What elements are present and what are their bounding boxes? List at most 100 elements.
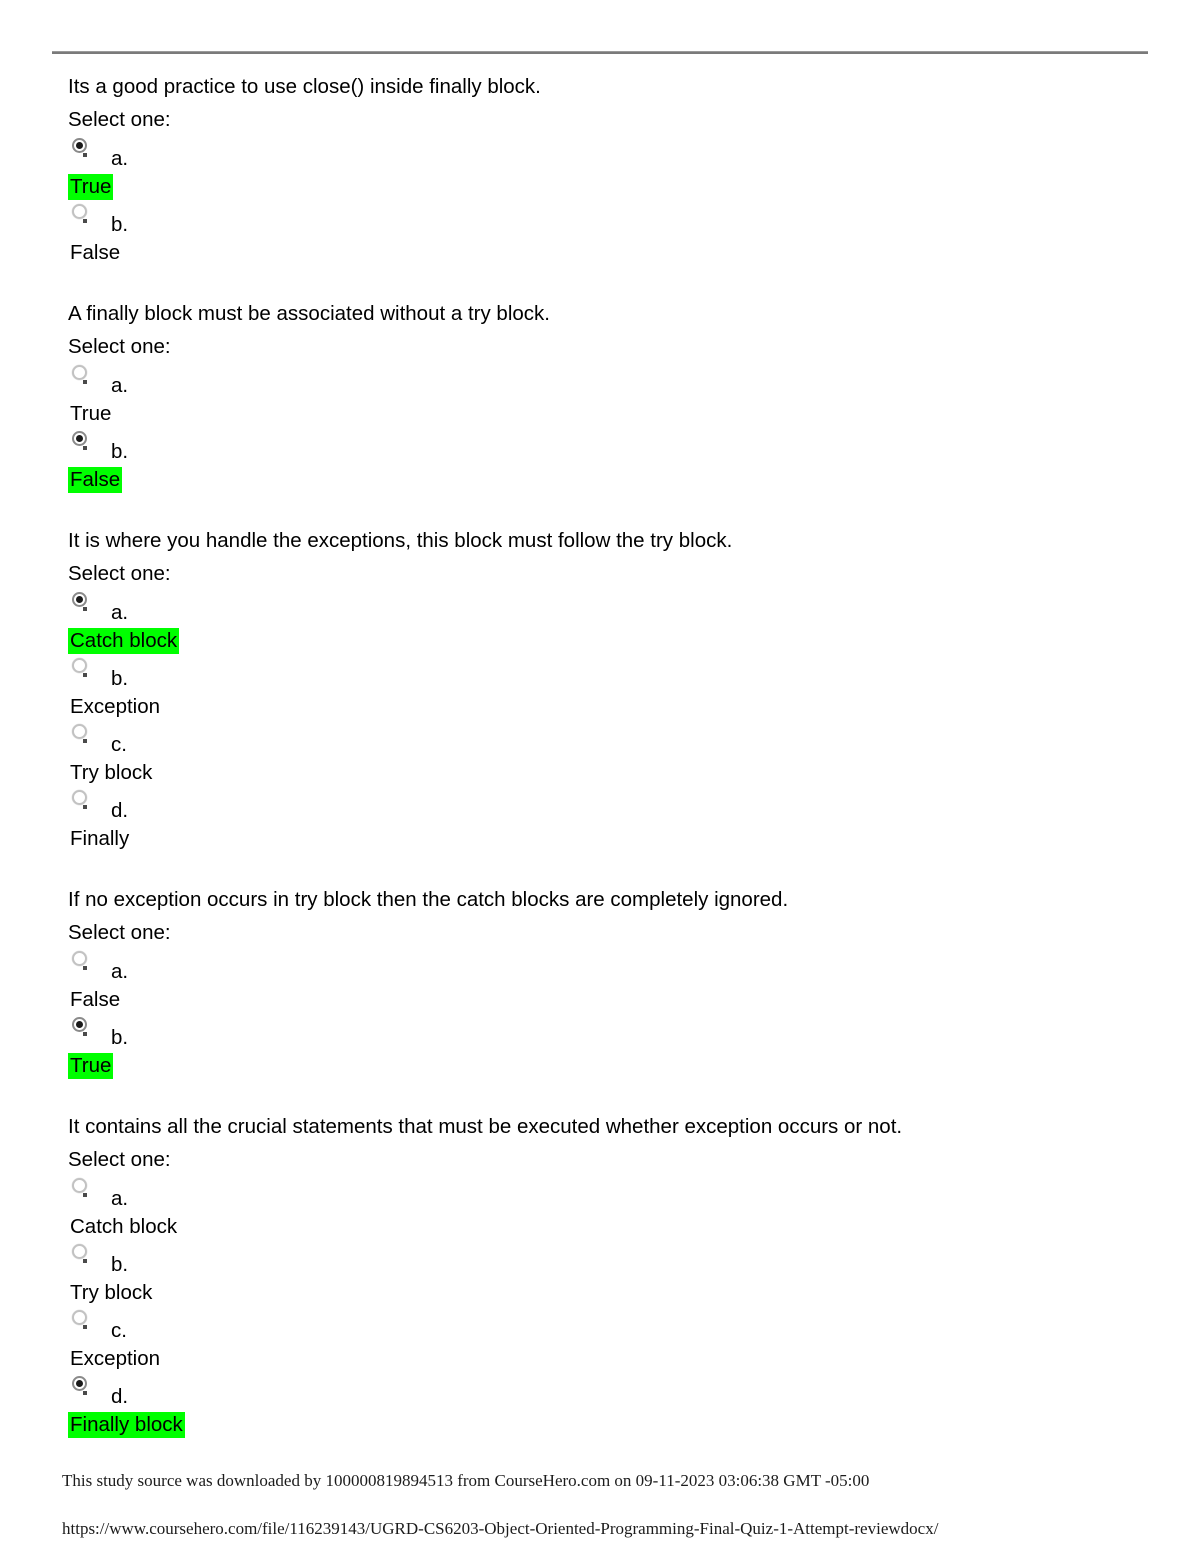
answer-option[interactable]: b. False: [68, 202, 1128, 268]
highlighted-answer: Catch block: [68, 628, 180, 654]
radio-button-selected-icon[interactable]: [72, 138, 87, 157]
option-answer-text: False: [68, 464, 1128, 495]
answer-label: Try block: [70, 1281, 153, 1304]
select-one-label: Select one:: [68, 1148, 171, 1171]
question-block: It contains all the crucial statements t…: [68, 1110, 1128, 1440]
radio-button-icon[interactable]: [72, 1310, 87, 1329]
answer-label: False: [70, 988, 121, 1011]
option-header-line: c.: [68, 1308, 1128, 1344]
option-letter: a.: [111, 1187, 129, 1210]
radio-button-icon[interactable]: [72, 951, 87, 970]
radio-button-selected-icon[interactable]: [72, 1376, 87, 1395]
question-block: If no exception occurs in try block then…: [68, 883, 1128, 1081]
radio-button-icon[interactable]: [72, 365, 87, 384]
option-letter: a.: [111, 960, 129, 983]
document-page: Its a good practice to use close() insid…: [0, 0, 1200, 1553]
answer-option[interactable]: a. True: [68, 363, 1128, 429]
radio-button-icon[interactable]: [72, 1244, 87, 1263]
question-text: If no exception occurs in try block then…: [68, 888, 789, 911]
option-answer-text: Catch block: [68, 1211, 1128, 1242]
option-letter: c.: [111, 733, 127, 756]
option-answer-text: Try block: [68, 757, 1128, 788]
option-header-line: c.: [68, 722, 1128, 758]
highlighted-answer: True: [68, 174, 114, 200]
option-letter: a.: [111, 601, 129, 624]
question-block: Its a good practice to use close() insid…: [68, 70, 1128, 268]
option-header-line: d.: [68, 1374, 1128, 1410]
answer-option[interactable]: c. Exception: [68, 1308, 1128, 1374]
highlighted-answer: False: [68, 467, 123, 493]
select-one-label: Select one:: [68, 562, 171, 585]
answer-option[interactable]: b. False: [68, 429, 1128, 495]
option-answer-text: Exception: [68, 1343, 1128, 1374]
option-answer-text: Exception: [68, 691, 1128, 722]
coursehero-download-note: This study source was downloaded by 1000…: [62, 1471, 870, 1490]
radio-button-icon[interactable]: [72, 724, 87, 743]
option-letter: b.: [111, 440, 129, 463]
option-letter: b.: [111, 1026, 129, 1049]
answer-option[interactable]: d. Finally block: [68, 1374, 1128, 1440]
question-text: A finally block must be associated witho…: [68, 302, 550, 325]
question-text: It is where you handle the exceptions, t…: [68, 529, 733, 552]
option-header-line: a.: [68, 363, 1128, 399]
option-answer-text: True: [68, 398, 1128, 429]
answer-label: Catch block: [70, 1215, 178, 1238]
highlighted-answer: Finally block: [68, 1412, 185, 1438]
option-letter: d.: [111, 1385, 129, 1408]
option-answer-text: False: [68, 984, 1128, 1015]
answer-option[interactable]: a. False: [68, 949, 1128, 1015]
radio-button-icon[interactable]: [72, 658, 87, 677]
option-letter: b.: [111, 667, 129, 690]
option-header-line: a.: [68, 1176, 1128, 1212]
answer-option[interactable]: c. Try block: [68, 722, 1128, 788]
radio-button-selected-icon[interactable]: [72, 592, 87, 611]
quiz-content: Its a good practice to use close() insid…: [68, 70, 1128, 1469]
option-answer-text: True: [68, 1050, 1128, 1081]
option-header-line: d.: [68, 788, 1128, 824]
option-header-line: b.: [68, 1015, 1128, 1051]
option-header-line: a.: [68, 136, 1128, 172]
option-answer-text: Catch block: [68, 625, 1128, 656]
answer-option[interactable]: a. True: [68, 136, 1128, 202]
option-letter: a.: [111, 374, 129, 397]
radio-button-icon[interactable]: [72, 1178, 87, 1197]
option-answer-text: Finally block: [68, 1409, 1128, 1440]
option-letter: c.: [111, 1319, 127, 1342]
answer-option[interactable]: d. Finally: [68, 788, 1128, 854]
option-answer-text: False: [68, 237, 1128, 268]
radio-button-selected-icon[interactable]: [72, 431, 87, 450]
answer-option[interactable]: a. Catch block: [68, 590, 1128, 656]
answer-option[interactable]: b. Exception: [68, 656, 1128, 722]
option-letter: a.: [111, 147, 129, 170]
option-header-line: b.: [68, 429, 1128, 465]
option-letter: d.: [111, 799, 129, 822]
option-answer-text: True: [68, 171, 1128, 202]
answer-label: False: [70, 241, 121, 264]
answer-label: Exception: [70, 1347, 161, 1370]
option-header-line: a.: [68, 949, 1128, 985]
coursehero-source-url[interactable]: https://www.coursehero.com/file/11623914…: [62, 1519, 938, 1539]
option-header-line: b.: [68, 202, 1128, 238]
select-one-label: Select one:: [68, 335, 171, 358]
question-block: A finally block must be associated witho…: [68, 297, 1128, 495]
answer-option[interactable]: b. True: [68, 1015, 1128, 1081]
radio-button-selected-icon[interactable]: [72, 1017, 87, 1036]
question-text: It contains all the crucial statements t…: [68, 1115, 903, 1138]
question-block: It is where you handle the exceptions, t…: [68, 524, 1128, 854]
option-header-line: a.: [68, 590, 1128, 626]
option-header-line: b.: [68, 1242, 1128, 1278]
option-letter: b.: [111, 213, 129, 236]
highlighted-answer: True: [68, 1053, 114, 1079]
radio-button-icon[interactable]: [72, 790, 87, 809]
answer-option[interactable]: b. Try block: [68, 1242, 1128, 1308]
option-answer-text: Finally: [68, 823, 1128, 854]
answer-label: Try block: [70, 761, 153, 784]
select-one-label: Select one:: [68, 108, 171, 131]
question-text: Its a good practice to use close() insid…: [68, 75, 541, 98]
answer-option[interactable]: a. Catch block: [68, 1176, 1128, 1242]
select-one-label: Select one:: [68, 921, 171, 944]
radio-button-icon[interactable]: [72, 204, 87, 223]
header-divider: [52, 51, 1148, 54]
answer-label: True: [70, 402, 112, 425]
option-header-line: b.: [68, 656, 1128, 692]
